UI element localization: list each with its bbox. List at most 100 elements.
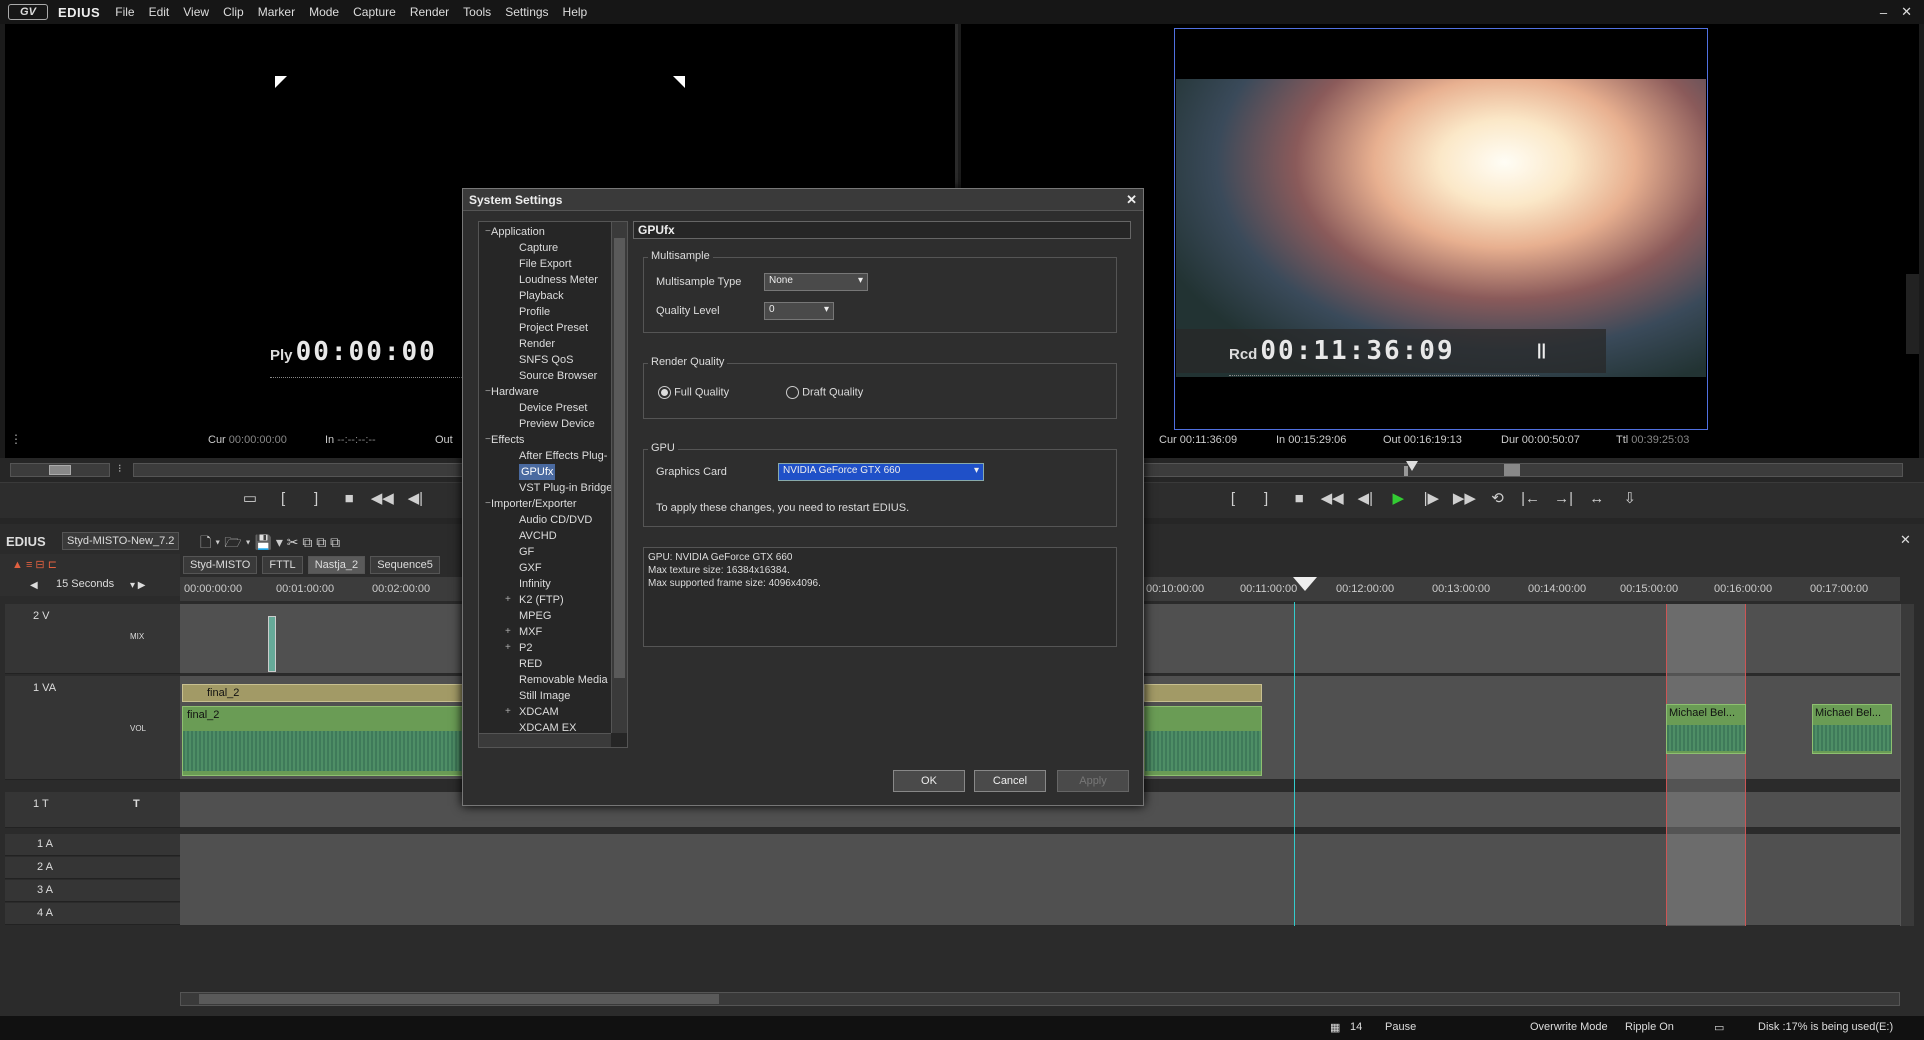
tree-item-device-preset[interactable]: Device Preset: [483, 400, 611, 416]
clip-audio-right[interactable]: [1144, 706, 1262, 776]
track-header-1va[interactable]: 1 VA VOL: [5, 676, 180, 780]
menu-view[interactable]: View: [176, 5, 216, 19]
apply-button[interactable]: Apply: [1057, 770, 1129, 792]
tree-item-playback[interactable]: Playback: [483, 288, 611, 304]
player-jog-slider[interactable]: [10, 463, 110, 477]
step-back-icon[interactable]: ◀|: [400, 489, 430, 507]
title-clip-2v[interactable]: [268, 616, 276, 672]
tree-item-red[interactable]: RED: [483, 656, 611, 672]
draft-quality-radio[interactable]: Draft Quality: [786, 386, 863, 399]
rewind-icon[interactable]: ◀◀: [367, 489, 397, 507]
quality-level-select[interactable]: 0 ▾: [764, 302, 834, 320]
tree-item-hardware[interactable]: − Hardware: [483, 384, 611, 400]
rec-step-forward-icon[interactable]: |▶: [1416, 489, 1446, 507]
tree-item-render[interactable]: Render: [483, 336, 611, 352]
tree-item-vst-plug-in-bridge[interactable]: VST Plug-in Bridge: [483, 480, 612, 496]
tree-item-audio-cd-dvd[interactable]: Audio CD/DVD: [483, 512, 611, 528]
clip-michael-1[interactable]: Michael Bel...: [1666, 704, 1746, 754]
collapse-icon[interactable]: −: [485, 496, 491, 512]
expand-icon[interactable]: +: [505, 624, 511, 640]
collapse-icon[interactable]: −: [485, 384, 491, 400]
menu-clip[interactable]: Clip: [216, 5, 251, 19]
tab-sequence-3[interactable]: Nastja_2: [307, 556, 366, 574]
tree-item-after-effects-plug[interactable]: After Effects Plug-: [483, 448, 611, 464]
menu-capture[interactable]: Capture: [346, 5, 403, 19]
tree-item-removable-media[interactable]: Removable Media: [483, 672, 611, 688]
tree-item-gxf[interactable]: GXF: [483, 560, 611, 576]
set-out-icon[interactable]: ]: [301, 490, 331, 507]
tree-item-avchd[interactable]: AVCHD: [483, 528, 611, 544]
menu-settings[interactable]: Settings: [498, 5, 555, 19]
full-quality-radio[interactable]: Full Quality: [658, 386, 729, 399]
tree-vscroll[interactable]: [611, 222, 627, 733]
clip-video-final2[interactable]: final_2: [182, 684, 465, 702]
tree-item-still-image[interactable]: Still Image: [483, 688, 611, 704]
prev-edit-icon[interactable]: |←: [1516, 490, 1546, 507]
timeline-close-icon[interactable]: ✕: [1900, 532, 1911, 548]
track-tool-icons[interactable]: ▲ ≡ ⊟ ⊏: [12, 558, 57, 571]
menu-mode[interactable]: Mode: [302, 5, 346, 19]
menu-file[interactable]: File: [108, 5, 141, 19]
next-edit-icon[interactable]: →|: [1549, 490, 1579, 507]
tree-item-preview-device[interactable]: Preview Device: [483, 416, 611, 432]
multisample-type-select[interactable]: None ▾: [764, 273, 868, 291]
track-header-2a[interactable]: 2 A: [5, 857, 180, 879]
set-in-icon[interactable]: [: [268, 490, 298, 507]
clip-michael-2[interactable]: Michael Bel...: [1812, 704, 1892, 754]
zoom-level[interactable]: 15 Seconds: [56, 578, 114, 590]
clip-audio-final2[interactable]: final_2: [182, 706, 465, 776]
close-window-button[interactable]: ✕: [1901, 4, 1912, 20]
clip-video-right[interactable]: [1144, 684, 1262, 702]
timeline-hscroll[interactable]: [180, 992, 1900, 1006]
graphics-card-select[interactable]: NVIDIA GeForce GTX 660 ▾: [778, 463, 984, 481]
export-icon[interactable]: ⇩: [1615, 489, 1645, 507]
cancel-button[interactable]: Cancel: [974, 770, 1046, 792]
rec-step-back-icon[interactable]: ◀|: [1350, 489, 1380, 507]
tree-item-k2-ftp[interactable]: + K2 (FTP): [483, 592, 611, 608]
rec-fast-forward-icon[interactable]: ▶▶: [1449, 489, 1479, 507]
rec-set-in-icon[interactable]: [: [1218, 490, 1248, 507]
expand-icon[interactable]: +: [505, 640, 511, 656]
rec-stop-icon[interactable]: ■: [1284, 490, 1314, 507]
tab-sequence-4[interactable]: Sequence5: [370, 556, 440, 574]
timeline-toolbar-icons[interactable]: 🗋 ▾ 🗁 ▾ 💾 ▾ ✂ ⧉ ⧉ ⧉: [200, 532, 340, 556]
tree-item-gf[interactable]: GF: [483, 544, 611, 560]
track-header-1a[interactable]: 1 A: [5, 834, 180, 856]
tree-hscroll[interactable]: [479, 733, 611, 747]
trim-icon[interactable]: ↔: [1582, 490, 1612, 507]
stop-icon[interactable]: ■: [334, 490, 364, 507]
tree-item-project-preset[interactable]: Project Preset: [483, 320, 611, 336]
tree-item-importer-exporter[interactable]: − Importer/Exporter: [483, 496, 611, 512]
menu-render[interactable]: Render: [403, 5, 456, 19]
tab-sequence-1[interactable]: Styd-MISTO: [183, 556, 258, 574]
menu-help[interactable]: Help: [556, 5, 595, 19]
minimize-button[interactable]: –: [1880, 5, 1887, 20]
rec-set-out-icon[interactable]: ]: [1251, 490, 1281, 507]
expand-icon[interactable]: +: [505, 704, 511, 720]
zoom-dropdown-icon[interactable]: ▾ ▶: [130, 580, 146, 591]
tree-item-source-browser[interactable]: Source Browser: [483, 368, 611, 384]
loop-icon[interactable]: ⟲: [1483, 489, 1513, 507]
tree-item-effects[interactable]: − Effects: [483, 432, 611, 448]
player-clip-icon[interactable]: ▭: [235, 489, 265, 507]
play-icon[interactable]: ▶: [1383, 489, 1413, 507]
collapse-icon[interactable]: −: [485, 224, 491, 240]
tree-item-p2[interactable]: + P2: [483, 640, 611, 656]
tree-item-file-export[interactable]: File Export: [483, 256, 611, 272]
tree-item-snfs-qos[interactable]: SNFS QoS: [483, 352, 611, 368]
tree-item-profile[interactable]: Profile: [483, 304, 611, 320]
tree-item-infinity[interactable]: Infinity: [483, 576, 611, 592]
tab-sequence-2[interactable]: FTTL: [262, 556, 303, 574]
tree-item-capture[interactable]: Capture: [483, 240, 611, 256]
track-header-2v[interactable]: 2 V MIX: [5, 604, 180, 674]
menu-edit[interactable]: Edit: [142, 5, 177, 19]
tree-item-mxf[interactable]: + MXF: [483, 624, 611, 640]
collapse-icon[interactable]: −: [485, 432, 491, 448]
tree-item-xdcam[interactable]: + XDCAM: [483, 704, 611, 720]
tree-item-application[interactable]: − Application: [483, 224, 611, 240]
track-header-1t[interactable]: 1 T T: [5, 792, 180, 828]
timeline-vscroll[interactable]: [1900, 604, 1914, 926]
recorder-side-scroll[interactable]: [1906, 274, 1919, 354]
playhead-icon[interactable]: [1293, 577, 1317, 591]
tree-item-loudness-meter[interactable]: Loudness Meter: [483, 272, 611, 288]
